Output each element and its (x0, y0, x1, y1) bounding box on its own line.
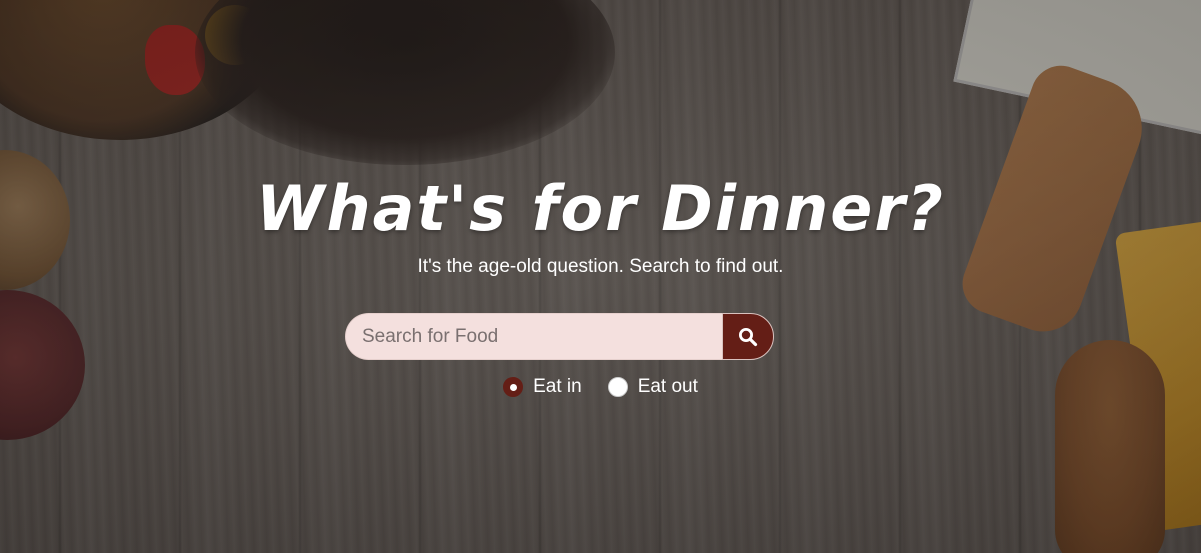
hero-content: What's for Dinner? It's the age-old ques… (0, 0, 1201, 553)
search-form (345, 313, 774, 360)
eat-out-radio[interactable] (607, 377, 628, 397)
search-button[interactable] (722, 313, 774, 360)
eat-in-option[interactable]: Eat in (503, 376, 582, 398)
eat-out-label: Eat out (637, 376, 698, 397)
search-input[interactable] (345, 313, 722, 360)
eat-in-radio[interactable] (503, 377, 524, 397)
page-title: What's for Dinner? (256, 172, 945, 245)
dining-options: Eat in Eat out (0, 376, 1201, 398)
page-subtitle: It's the age-old question. Search to fin… (417, 256, 784, 277)
search-icon (739, 327, 758, 346)
eat-in-label: Eat in (533, 376, 582, 397)
eat-out-option[interactable]: Eat out (607, 376, 698, 398)
